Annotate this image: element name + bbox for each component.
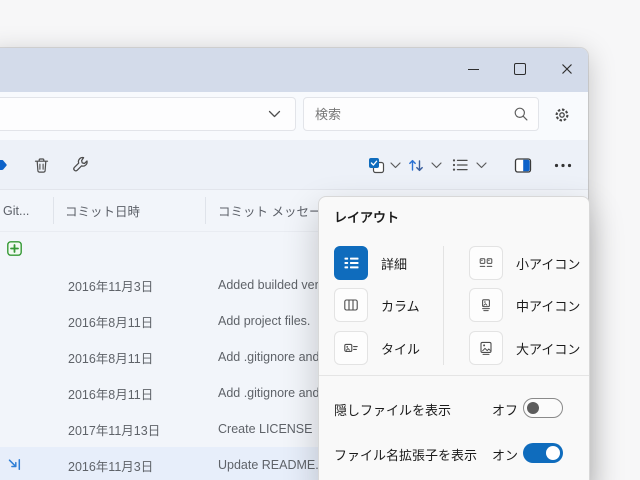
- layout-option-label: 小アイコン: [516, 256, 581, 272]
- layout-option-label: タイル: [381, 341, 421, 357]
- close-button[interactable]: [558, 60, 576, 78]
- flyout-horizontal-divider: [319, 375, 589, 376]
- toggle-state-label: オフ: [492, 403, 519, 418]
- maximize-button[interactable]: [511, 60, 529, 78]
- properties-button[interactable]: [70, 140, 92, 190]
- layout-option-label: 中アイコン: [516, 298, 581, 314]
- column-header-git[interactable]: Git...: [3, 190, 29, 231]
- chevron-down-icon: [430, 161, 442, 168]
- column-header-label: コミット メッセージ: [218, 205, 334, 219]
- toggle-row-file-extensions: ファイル名拡張子を表示 オン: [319, 441, 589, 465]
- column-separator[interactable]: [205, 197, 206, 224]
- column-separator[interactable]: [53, 197, 54, 224]
- maximize-icon: [514, 63, 526, 75]
- layout-flyout: レイアウト 詳細 カラム タイル 小アイコン 中アイコン 大アイコン 隠しファイ…: [318, 196, 590, 480]
- layout-option-label: カラム: [381, 298, 420, 314]
- select-menu-chevron[interactable]: [388, 140, 402, 190]
- chevron-down-icon: [389, 161, 401, 168]
- layout-option-columns[interactable]: カラム: [334, 288, 420, 322]
- column-header-commit-message[interactable]: コミット メッセージ: [218, 190, 334, 231]
- address-chevron-down-icon[interactable]: [268, 110, 281, 118]
- layout-option-large-icons[interactable]: 大アイコン: [469, 331, 580, 365]
- select-multiple-icon: [368, 157, 384, 173]
- toggle-knob: [527, 402, 539, 414]
- flyout-title: レイアウト: [334, 210, 400, 225]
- commit-date: 2016年11月3日: [68, 459, 154, 474]
- commit-date: 2017年11月13日: [68, 423, 161, 438]
- close-icon: [562, 64, 572, 74]
- address-row: [0, 92, 588, 140]
- preview-pane-button[interactable]: [512, 140, 534, 190]
- flyout-vertical-divider: [443, 246, 444, 365]
- column-header-label: Git...: [3, 203, 30, 218]
- column-header-label: コミット日時: [65, 205, 141, 219]
- details-view-icon: [334, 246, 368, 280]
- layout-option-small-icons[interactable]: 小アイコン: [469, 246, 580, 280]
- trash-icon: [34, 157, 48, 173]
- tiles-view-icon: [334, 331, 368, 365]
- chevron-down-icon: [475, 161, 487, 168]
- search-icon[interactable]: [513, 106, 529, 122]
- toggle-row-hidden-files: 隠しファイルを表示 オフ: [319, 396, 589, 420]
- git-added-icon: [7, 241, 22, 256]
- more-icon: [554, 163, 572, 167]
- wrench-icon: [73, 156, 88, 172]
- desktop-background: Git... コミット日時 コミット メッセージ 2016年11月3日: [0, 0, 640, 480]
- more-options-button[interactable]: [552, 140, 574, 190]
- view-menu-chevron[interactable]: [474, 140, 488, 190]
- search-input[interactable]: [304, 98, 538, 130]
- hidden-files-toggle[interactable]: [523, 398, 563, 418]
- layout-option-details[interactable]: 詳細: [334, 246, 407, 280]
- clipped-left-tool-button[interactable]: [0, 140, 10, 190]
- file-extensions-toggle[interactable]: [523, 443, 563, 463]
- toolbar: [0, 140, 588, 190]
- layout-option-tiles[interactable]: タイル: [334, 331, 420, 365]
- view-options-button[interactable]: [450, 140, 470, 190]
- delete-button[interactable]: [30, 140, 52, 190]
- clipped-left-tool-icon: [0, 160, 7, 170]
- layout-option-label: 大アイコン: [516, 341, 581, 357]
- minimize-button[interactable]: [464, 60, 482, 78]
- column-header-commit-date[interactable]: コミット日時: [65, 190, 140, 231]
- settings-button[interactable]: [552, 105, 572, 125]
- sort-menu-chevron[interactable]: [429, 140, 443, 190]
- columns-view-icon: [334, 288, 368, 322]
- small-icons-view-icon: [469, 246, 503, 280]
- view-options-icon: [452, 159, 468, 171]
- commit-date: 2016年11月3日: [68, 279, 154, 294]
- titlebar[interactable]: [0, 48, 588, 92]
- medium-icons-view-icon: [469, 288, 503, 322]
- search-box: [303, 97, 539, 131]
- sort-icon: [409, 159, 423, 171]
- address-bar[interactable]: [0, 97, 296, 131]
- commit-date: 2016年8月11日: [68, 351, 154, 366]
- commit-date: 2016年8月11日: [68, 315, 154, 330]
- sort-button[interactable]: [406, 140, 426, 190]
- gear-icon: [555, 108, 569, 122]
- git-update-arrow-icon: [7, 457, 22, 472]
- toggle-label: ファイル名拡張子を表示: [334, 448, 478, 463]
- preview-pane-icon: [514, 157, 532, 173]
- toggle-knob: [546, 446, 560, 460]
- commit-date: 2016年8月11日: [68, 387, 154, 402]
- toggle-state-label: オン: [492, 448, 519, 463]
- layout-option-medium-icons[interactable]: 中アイコン: [469, 288, 580, 322]
- layout-option-label: 詳細: [381, 256, 408, 272]
- minimize-icon: [467, 68, 479, 70]
- toggle-label: 隠しファイルを表示: [334, 403, 452, 418]
- select-items-button[interactable]: [366, 140, 386, 190]
- large-icons-view-icon: [469, 331, 503, 365]
